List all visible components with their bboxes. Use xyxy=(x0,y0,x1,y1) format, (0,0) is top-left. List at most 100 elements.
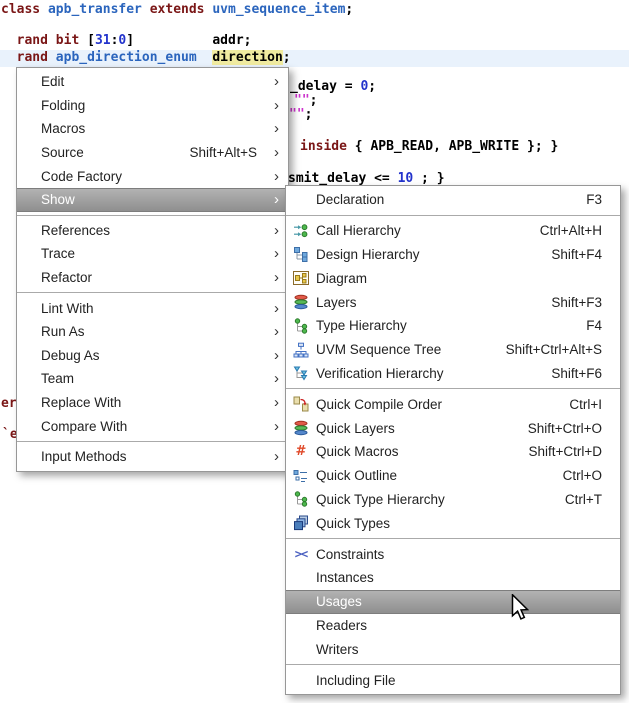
code-line-direction: rand apb_direction_enum direction; xyxy=(1,50,291,66)
menu-item-replace-with[interactable]: Replace With› xyxy=(17,391,288,415)
blank-icon xyxy=(292,672,310,688)
menu-item-code-factory[interactable]: Code Factory› xyxy=(17,164,288,188)
menu-item-debug-as[interactable]: Debug As› xyxy=(17,344,288,368)
shortcut-label: Ctrl+T xyxy=(565,492,602,507)
menu-item-source[interactable]: SourceShift+Alt+S› xyxy=(17,141,288,165)
submenu-item-readers[interactable]: Readers xyxy=(286,614,620,638)
constraints-icon: >< xyxy=(292,546,310,562)
shortcut-label: Shift+F3 xyxy=(551,295,602,310)
keyword-class: class xyxy=(1,2,40,17)
stacked-types-icon xyxy=(292,515,310,531)
layers-icon xyxy=(292,420,310,436)
type-hierarchy-icon xyxy=(292,318,310,334)
menu-separator xyxy=(286,215,620,216)
submenu-arrow-icon: › xyxy=(265,120,279,137)
ide-window: class apb_transfer extends uvm_sequence_… xyxy=(0,0,629,703)
submenu-item-quick-macros[interactable]: #Quick MacrosShift+Ctrl+D xyxy=(286,440,620,464)
submenu-arrow-icon: › xyxy=(265,323,279,340)
code-fragment: ""; xyxy=(289,107,312,123)
submenu-item-layers[interactable]: LayersShift+F3 xyxy=(286,290,620,314)
submenu-arrow-icon: › xyxy=(265,73,279,90)
shortcut-label: Ctrl+O xyxy=(563,468,602,483)
submenu-item-type-hierarchy[interactable]: Type HierarchyF4 xyxy=(286,314,620,338)
menu-separator xyxy=(17,215,288,216)
hash-icon: # xyxy=(292,444,310,460)
submenu-item-instances[interactable]: Instances xyxy=(286,566,620,590)
submenu-item-quick-compile-order[interactable]: Quick Compile OrderCtrl+I xyxy=(286,392,620,416)
submenu-arrow-icon: › xyxy=(265,168,279,185)
shortcut-label: F4 xyxy=(586,318,602,333)
menu-item-edit[interactable]: Edit› xyxy=(17,70,288,94)
uvm-sequence-tree-icon xyxy=(292,342,310,358)
code-fragment: er xyxy=(1,396,17,412)
class-name: apb_transfer xyxy=(40,2,150,17)
code-line-class-decl: class apb_transfer extends uvm_sequence_… xyxy=(1,2,353,18)
menu-item-input-methods[interactable]: Input Methods› xyxy=(17,445,288,469)
submenu-arrow-icon: › xyxy=(265,144,279,161)
shortcut-label: Shift+F6 xyxy=(551,366,602,381)
submenu-item-constraints[interactable]: ><Constraints xyxy=(286,542,620,566)
menu-item-macros[interactable]: Macros› xyxy=(17,117,288,141)
blank-icon xyxy=(292,617,310,633)
submenu-item-quick-outline[interactable]: Quick OutlineCtrl+O xyxy=(286,464,620,488)
menu-separator xyxy=(286,388,620,389)
code-line-addr: rand bit [31:0] addr; xyxy=(1,33,252,49)
code-fragment: inside { APB_READ, APB_WRITE }; } xyxy=(300,139,558,155)
submenu-item-uvm-sequence-tree[interactable]: UVM Sequence TreeShift+Ctrl+Alt+S xyxy=(286,338,620,362)
menu-item-references[interactable]: References› xyxy=(17,219,288,243)
shortcut-label: Shift+Ctrl+D xyxy=(528,444,602,459)
submenu-item-quick-types[interactable]: Quick Types xyxy=(286,511,620,535)
keyword-extends: extends xyxy=(150,2,205,17)
submenu-item-call-hierarchy[interactable]: Call HierarchyCtrl+Alt+H xyxy=(286,219,620,243)
menu-item-show[interactable]: Show› xyxy=(17,188,288,212)
shortcut-label: Shift+Ctrl+Alt+S xyxy=(506,342,602,357)
submenu-arrow-icon: › xyxy=(265,269,279,286)
menu-item-refactor[interactable]: Refactor› xyxy=(17,266,288,290)
submenu-arrow-icon: › xyxy=(265,245,279,262)
submenu-item-quick-type-hierarchy[interactable]: Quick Type HierarchyCtrl+T xyxy=(286,488,620,512)
shortcut-label: Ctrl+I xyxy=(569,397,602,412)
quick-compile-order-icon xyxy=(292,396,310,412)
menu-item-lint-with[interactable]: Lint With› xyxy=(17,296,288,320)
menu-item-folding[interactable]: Folding› xyxy=(17,94,288,118)
blank-icon xyxy=(292,641,310,657)
call-hierarchy-icon xyxy=(292,223,310,239)
blank-icon xyxy=(292,570,310,586)
submenu-arrow-icon: › xyxy=(265,191,279,208)
menu-item-trace[interactable]: Trace› xyxy=(17,242,288,266)
submenu-item-including-file[interactable]: Including File xyxy=(286,668,620,692)
submenu-item-verification-hierarchy[interactable]: Verification HierarchyShift+F6 xyxy=(286,362,620,386)
menu-separator xyxy=(17,292,288,293)
layers-icon xyxy=(292,294,310,310)
submenu-arrow-icon: › xyxy=(265,347,279,364)
submenu-arrow-icon: › xyxy=(265,97,279,114)
submenu-item-design-hierarchy[interactable]: Design HierarchyShift+F4 xyxy=(286,243,620,267)
menu-item-run-as[interactable]: Run As› xyxy=(17,320,288,344)
mouse-cursor-icon xyxy=(511,594,529,621)
type-hierarchy-icon xyxy=(292,491,310,507)
verification-hierarchy-icon xyxy=(292,365,310,381)
shortcut-label: Shift+Alt+S xyxy=(189,145,257,160)
submenu-arrow-icon: › xyxy=(265,300,279,317)
submenu-item-usages[interactable]: Usages xyxy=(286,590,620,614)
menu-item-compare-with[interactable]: Compare With› xyxy=(17,414,288,438)
submenu-arrow-icon: › xyxy=(265,448,279,465)
menu-separator xyxy=(286,538,620,539)
menu-separator xyxy=(17,441,288,442)
diagram-icon xyxy=(292,270,310,286)
submenu-item-diagram[interactable]: Diagram xyxy=(286,266,620,290)
blank-icon xyxy=(292,192,310,208)
submenu-item-quick-layers[interactable]: Quick LayersShift+Ctrl+O xyxy=(286,416,620,440)
submenu-arrow-icon: › xyxy=(265,222,279,239)
blank-icon xyxy=(292,594,310,610)
submenu-arrow-icon: › xyxy=(265,418,279,435)
submenu-item-declaration[interactable]: DeclarationF3 xyxy=(286,188,620,212)
outline-icon xyxy=(292,468,310,484)
show-submenu: DeclarationF3 Call HierarchyCtrl+Alt+H D… xyxy=(285,185,621,695)
menu-item-team[interactable]: Team› xyxy=(17,367,288,391)
base-class-name: uvm_sequence_item xyxy=(205,2,346,17)
submenu-arrow-icon: › xyxy=(265,394,279,411)
shortcut-label: F3 xyxy=(586,192,602,207)
submenu-item-writers[interactable]: Writers xyxy=(286,637,620,661)
design-hierarchy-icon xyxy=(292,246,310,262)
